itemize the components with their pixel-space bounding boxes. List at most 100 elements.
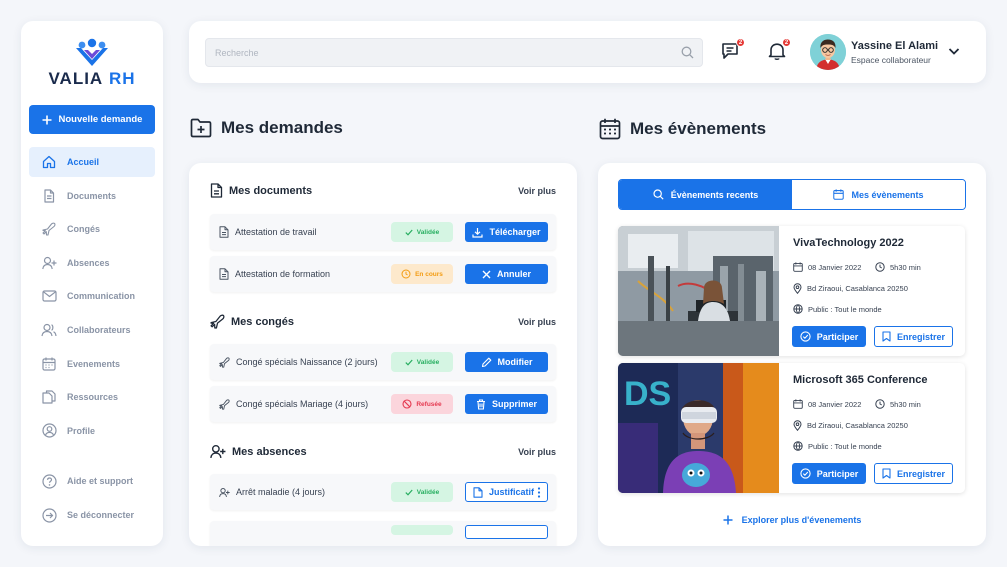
- table-row: Attestation de travail Validée Télécharg…: [210, 214, 556, 250]
- messages-badge: 2: [736, 38, 745, 47]
- events-panel: Évènements recents Mes évènements VivaTe…: [598, 163, 986, 546]
- globe-icon: [793, 441, 803, 451]
- sidebar-item-help[interactable]: Aide et support: [29, 466, 155, 496]
- table-row: Congé spécials Mariage (4 jours) Refusée…: [210, 386, 556, 422]
- explore-events-link[interactable]: Explorer plus d'évenements: [598, 515, 986, 525]
- sidebar-item-documents[interactable]: Documents: [29, 181, 155, 211]
- justificatif-button[interactable]: Justificatif: [465, 482, 548, 502]
- sidebar-bottom-nav: Aide et support Se déconnecter: [29, 466, 155, 534]
- sidebar-item-logout[interactable]: Se déconnecter: [29, 500, 155, 530]
- brand-logo[interactable]: VALIA RH: [21, 37, 163, 89]
- top-header: 2 2 Yassine El Alami Espace collaborateu…: [189, 21, 986, 83]
- avatar-illustration: [810, 34, 846, 70]
- clock-icon: [875, 399, 885, 409]
- logo-icon: [76, 38, 108, 66]
- more-vertical-icon[interactable]: [537, 487, 541, 498]
- file-icon: [473, 486, 483, 498]
- table-row: Arrêt maladie (4 jours) Validée Justific…: [210, 474, 556, 510]
- home-icon: [41, 154, 57, 170]
- absences-see-more-link[interactable]: Voir plus: [518, 447, 556, 457]
- participate-button[interactable]: Participer: [792, 463, 866, 484]
- sidebar-item-collaborateurs[interactable]: Collaborateurs: [29, 315, 155, 345]
- location-pin-icon: [793, 283, 802, 294]
- event-image: DS: [618, 363, 779, 493]
- event-image: [618, 226, 779, 356]
- download-icon: [472, 227, 484, 238]
- close-icon: [482, 270, 491, 278]
- save-event-button[interactable]: Enregistrer: [874, 326, 953, 347]
- participate-button[interactable]: Participer: [792, 326, 866, 347]
- status-badge: Validée: [391, 352, 453, 372]
- sidebar-item-communication[interactable]: Communication: [29, 281, 155, 311]
- sidebar-item-evenements[interactable]: Evenements: [29, 349, 155, 379]
- search-icon: [653, 189, 664, 200]
- sidebar-item-profile[interactable]: Profile: [29, 416, 155, 446]
- folder-plus-icon: [190, 118, 212, 138]
- table-row: Attestation de formation En cours Annule…: [210, 256, 556, 292]
- mail-icon: [41, 288, 57, 304]
- tab-my-events[interactable]: Mes évènements: [792, 180, 965, 209]
- sidebar-item-ressources[interactable]: Ressources: [29, 382, 155, 412]
- event-date: 08 Janvier 2022: [793, 262, 861, 272]
- delete-button[interactable]: Supprimer: [465, 394, 548, 414]
- save-event-button[interactable]: Enregistrer: [874, 463, 953, 484]
- plane-icon: [219, 398, 230, 410]
- user-role: Espace collaborateur: [851, 55, 931, 65]
- location-pin-icon: [793, 420, 802, 431]
- tab-recent-events[interactable]: Évènements recents: [619, 180, 792, 209]
- calendar-icon: [793, 262, 803, 272]
- new-request-button[interactable]: Nouvelle demande: [29, 105, 155, 134]
- avatar[interactable]: [810, 34, 846, 70]
- status-badge: [391, 525, 453, 535]
- bookmark-icon: [882, 468, 891, 479]
- calendar-icon: [833, 189, 845, 200]
- table-row: [210, 521, 556, 546]
- event-address: Bd Ziraoui, Casablanca 20250: [793, 420, 908, 431]
- sidebar-item-absences[interactable]: Absences: [29, 248, 155, 278]
- search-input[interactable]: [206, 39, 702, 66]
- trash-icon: [476, 398, 485, 410]
- plane-icon: [210, 314, 225, 329]
- pencil-icon: [481, 357, 491, 367]
- notifications-badge: 2: [782, 38, 791, 47]
- logout-icon: [41, 507, 57, 523]
- conges-see-more-link[interactable]: Voir plus: [518, 317, 556, 327]
- events-section-title: Mes évènements: [599, 118, 766, 140]
- plus-icon: [723, 515, 733, 525]
- ban-icon: [402, 399, 412, 409]
- download-button[interactable]: Télécharger: [465, 222, 548, 242]
- sidebar-nav: Accueil Documents Congés Absences Commun…: [29, 147, 155, 449]
- document-icon: [41, 188, 57, 204]
- edit-button[interactable]: Modifier: [465, 352, 548, 372]
- sidebar-item-conges[interactable]: Congés: [29, 214, 155, 244]
- user-name: Yassine El Alami: [851, 40, 939, 52]
- check-circle-icon: [800, 331, 811, 342]
- documents-see-more-link[interactable]: Voir plus: [518, 186, 556, 196]
- check-icon: [405, 489, 413, 496]
- cancel-button[interactable]: Annuler: [465, 264, 548, 284]
- search-box: [205, 38, 703, 67]
- demandes-section-title: Mes demandes: [190, 118, 343, 138]
- status-badge: Validée: [391, 482, 453, 502]
- notifications-button[interactable]: 2: [767, 38, 791, 63]
- calendar-icon: [793, 399, 803, 409]
- justificatif-button[interactable]: [465, 525, 548, 539]
- search-icon[interactable]: [681, 46, 694, 59]
- event-card[interactable]: VivaTechnology 2022 08 Janvier 2022 5h30…: [618, 226, 965, 356]
- brand-name: VALIA RH: [48, 69, 136, 88]
- sidebar-item-accueil[interactable]: Accueil: [29, 147, 155, 177]
- status-badge: Refusée: [391, 394, 453, 414]
- status-badge: Validée: [391, 222, 453, 242]
- messages-button[interactable]: 2: [721, 38, 745, 63]
- document-icon: [219, 226, 229, 238]
- bookmark-icon: [882, 331, 891, 342]
- user-menu-toggle[interactable]: [948, 47, 960, 56]
- document-icon: [219, 268, 229, 280]
- status-badge: En cours: [391, 264, 453, 284]
- copy-icon: [41, 389, 57, 405]
- absences-group-header: Mes absences Voir plus: [210, 444, 556, 459]
- conges-group-title: Mes congés: [231, 315, 294, 328]
- event-card[interactable]: DS Microsoft 365 Conference 08 Janvier 2…: [618, 363, 965, 493]
- events-tabs: Évènements recents Mes évènements: [618, 179, 966, 210]
- table-row: Congé spécials Naissance (2 jours) Valid…: [210, 344, 556, 380]
